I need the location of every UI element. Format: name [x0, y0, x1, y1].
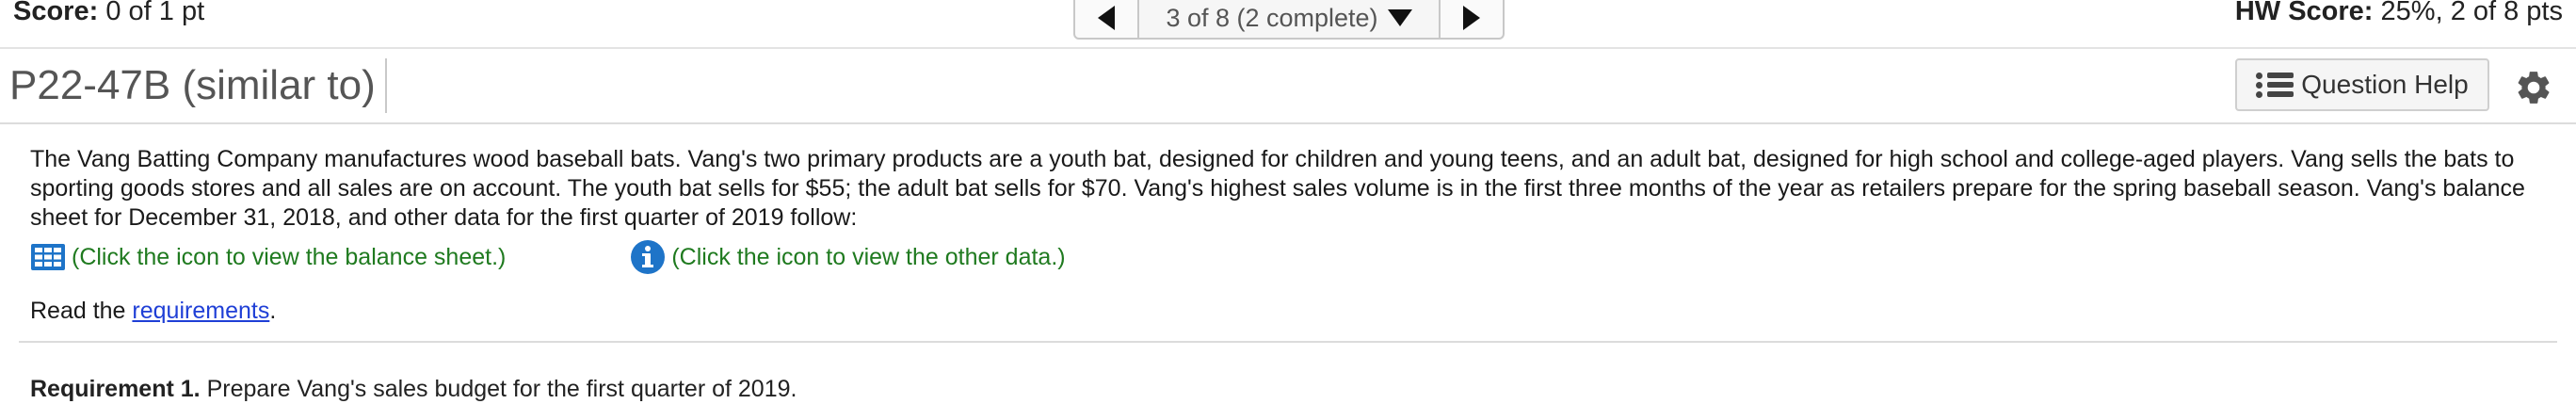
requirement-text: Prepare Vang's sales budget for the firs…: [206, 376, 797, 402]
info-icon[interactable]: [630, 239, 666, 275]
hw-score-label: HW Score:: [2234, 0, 2374, 26]
other-data-link[interactable]: (Click the icon to view the other data.): [630, 239, 1066, 275]
question-help-button[interactable]: Question Help: [2235, 58, 2489, 111]
question-title-bar: P22-47B (similar to) Question Help: [0, 49, 2576, 124]
balance-sheet-link-text[interactable]: (Click the icon to view the balance shee…: [72, 243, 506, 272]
read-suffix: .: [269, 298, 277, 324]
question-position: 3 of 8 (2 complete): [1166, 3, 1378, 32]
question-help-label: Question Help: [2301, 70, 2469, 99]
score-value: 0 of 1 pt: [105, 0, 205, 26]
score-label: Score:: [13, 0, 99, 26]
dropdown-icon: [1387, 9, 1412, 26]
requirement-label: Requirement 1.: [30, 376, 201, 402]
nav-next-icon: [1463, 6, 1480, 30]
balance-sheet-link[interactable]: (Click the icon to view the balance shee…: [30, 243, 506, 272]
question-title: P22-47B (similar to): [9, 58, 387, 113]
next-question-button[interactable]: [1441, 0, 1503, 38]
list-icon: [2256, 72, 2294, 98]
data-links: (Click the icon to view the balance shee…: [30, 238, 2546, 276]
prev-question-button[interactable]: [1075, 0, 1137, 38]
table-icon[interactable]: [30, 243, 66, 271]
problem-text: The Vang Batting Company manufactures wo…: [30, 146, 2525, 231]
requirement: Requirement 1. Prepare Vang's sales budg…: [0, 343, 2576, 404]
question-navigator: 3 of 8 (2 complete): [1073, 0, 1505, 40]
read-prefix: Read the: [30, 298, 126, 324]
question-content: The Vang Batting Company manufactures wo…: [0, 124, 2576, 326]
question-select[interactable]: 3 of 8 (2 complete): [1137, 0, 1441, 38]
gear-icon[interactable]: [2514, 68, 2553, 107]
requirements-link[interactable]: requirements: [132, 298, 269, 324]
score: Score: 0 of 1 pt: [13, 0, 204, 30]
read-requirements: Read the requirements.: [30, 297, 2546, 326]
hw-score: HW Score: 25%, 2 of 8 pts: [2235, 0, 2563, 30]
hw-score-value: 25%, 2 of 8 pts: [2380, 0, 2563, 26]
other-data-link-text[interactable]: (Click the icon to view the other data.): [671, 243, 1065, 272]
score-bar: Score: 0 of 1 pt 3 of 8 (2 complete) HW …: [0, 0, 2576, 49]
nav-prev-icon: [1098, 6, 1115, 30]
